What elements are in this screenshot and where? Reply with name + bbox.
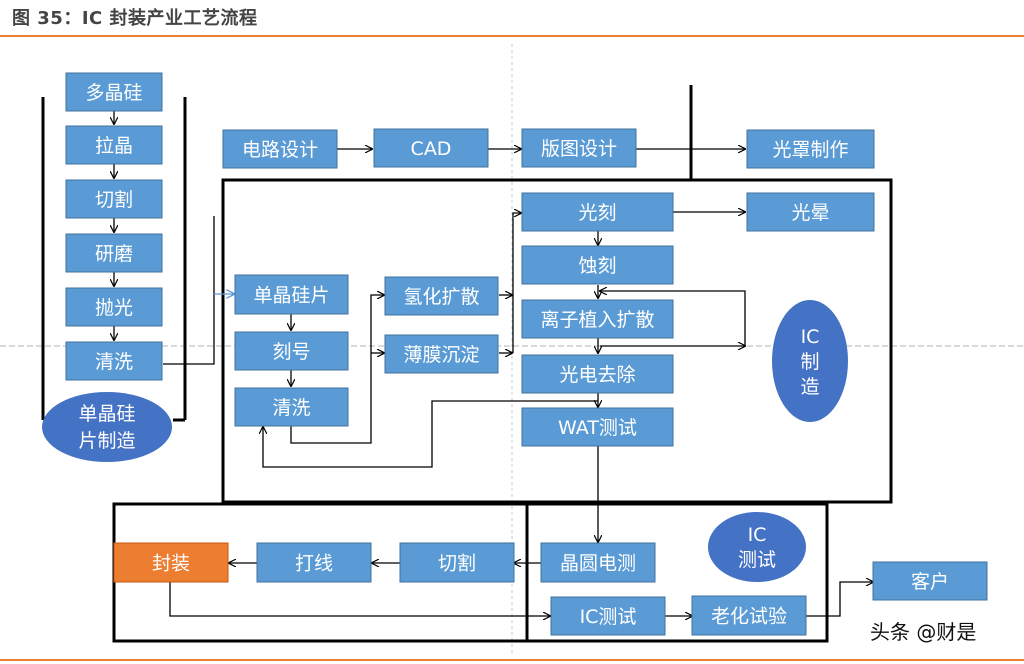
node-label: 切割 [95, 189, 133, 211]
ic-manufacturing-ellipse: IC 制 造 [772, 300, 848, 422]
node-dicing: 切割 [399, 542, 515, 583]
node-label: 光电去除 [559, 364, 635, 386]
node-label: 拉晶 [95, 135, 133, 157]
node-label: 薄膜沉淀 [403, 344, 479, 366]
node-grinding: 研磨 [65, 233, 163, 273]
node-label: IC测试 [580, 606, 637, 628]
node-layout-design: 版图设计 [521, 128, 637, 168]
watermark: 头条 @财是 [870, 620, 977, 644]
node-label: 老化试验 [711, 606, 787, 628]
node-ic-test: IC测试 [550, 596, 666, 636]
node-label: 抛光 [95, 297, 133, 319]
ic-testing-label-2: 测试 [738, 549, 776, 571]
node-etching: 蚀刻 [521, 245, 674, 285]
node-crystal-pulling: 拉晶 [65, 125, 163, 165]
node-label: 清洗 [95, 351, 133, 373]
ic-manufacturing-label-3: 造 [800, 376, 819, 398]
node-thin-film: 薄膜沉淀 [384, 334, 499, 374]
node-label: 电路设计 [242, 139, 318, 161]
node-label: 多晶硅 [85, 82, 142, 104]
ic-testing-ellipse: IC 测试 [708, 512, 806, 582]
node-label: 版图设计 [541, 138, 617, 160]
node-label: 清洗 [272, 397, 310, 419]
node-label: 切割 [438, 553, 476, 575]
node-photoresist-removal: 光电去除 [521, 354, 674, 394]
arrow-burnin-to-customer [806, 582, 873, 617]
wafer-making-ellipse: 单晶硅 片制造 [42, 392, 172, 462]
bottom-accent-rule [0, 659, 1024, 661]
node-wafer-probe: 晶圆电测 [540, 542, 656, 583]
node-wire-bonding: 打线 [256, 542, 372, 583]
node-label: 客户 [911, 571, 949, 593]
node-label: 研磨 [95, 243, 133, 265]
node-cleaning-1: 清洗 [65, 341, 163, 381]
node-cleaning-2: 清洗 [234, 387, 349, 427]
ic-manufacturing-label-2: 制 [800, 351, 819, 373]
node-polishing: 抛光 [65, 287, 163, 327]
node-label: 离子植入扩散 [540, 309, 654, 331]
node-label: 光罩制作 [772, 139, 848, 161]
node-slicing: 切割 [65, 179, 163, 219]
node-hydrogen-diffusion: 氢化扩散 [384, 276, 499, 316]
node-label: 氢化扩散 [403, 286, 479, 308]
wafer-making-label-2: 片制造 [78, 430, 135, 452]
node-mask-making: 光罩制作 [746, 129, 875, 169]
node-label: 单晶硅片 [253, 285, 329, 307]
ic-manufacturing-label-1: IC [801, 326, 820, 348]
node-label: 晶圆电测 [560, 553, 636, 575]
node-wat-test: WAT测试 [521, 407, 674, 447]
node-single-wafer: 单晶硅片 [234, 274, 349, 315]
node-packaging: 封装 [113, 542, 229, 583]
node-ion-implant: 离子植入扩散 [521, 299, 674, 339]
node-label: CAD [411, 138, 452, 160]
node-label: 封装 [152, 553, 190, 575]
node-halation: 光晕 [746, 192, 875, 232]
node-label: 光刻 [578, 202, 616, 224]
arrow-packaging-to-ictest [169, 582, 550, 616]
ic-testing-label-1: IC [748, 524, 767, 546]
node-cad: CAD [373, 128, 489, 168]
node-label: 刻号 [272, 341, 310, 363]
node-burn-in: 老化试验 [691, 595, 807, 636]
node-label: 打线 [295, 553, 333, 575]
node-marking: 刻号 [234, 331, 349, 371]
node-circuit-design: 电路设计 [222, 129, 338, 169]
node-label: WAT测试 [558, 417, 637, 439]
arrow-to-lithography [512, 213, 521, 353]
node-lithography: 光刻 [521, 192, 674, 232]
node-label: 光晕 [791, 202, 829, 224]
node-label: 蚀刻 [578, 255, 616, 277]
node-polysilicon: 多晶硅 [65, 72, 163, 112]
line-cleaning-to-wafer [163, 216, 215, 365]
process-flow-diagram: 多晶硅拉晶切割研磨抛光清洗电路设计 CAD 版图设计 光罩制作单晶硅片刻号清洗氢化扩散… [0, 44, 1024, 655]
wafer-making-label-1: 单晶硅 [78, 403, 135, 425]
node-customer: 客户 [872, 561, 988, 601]
